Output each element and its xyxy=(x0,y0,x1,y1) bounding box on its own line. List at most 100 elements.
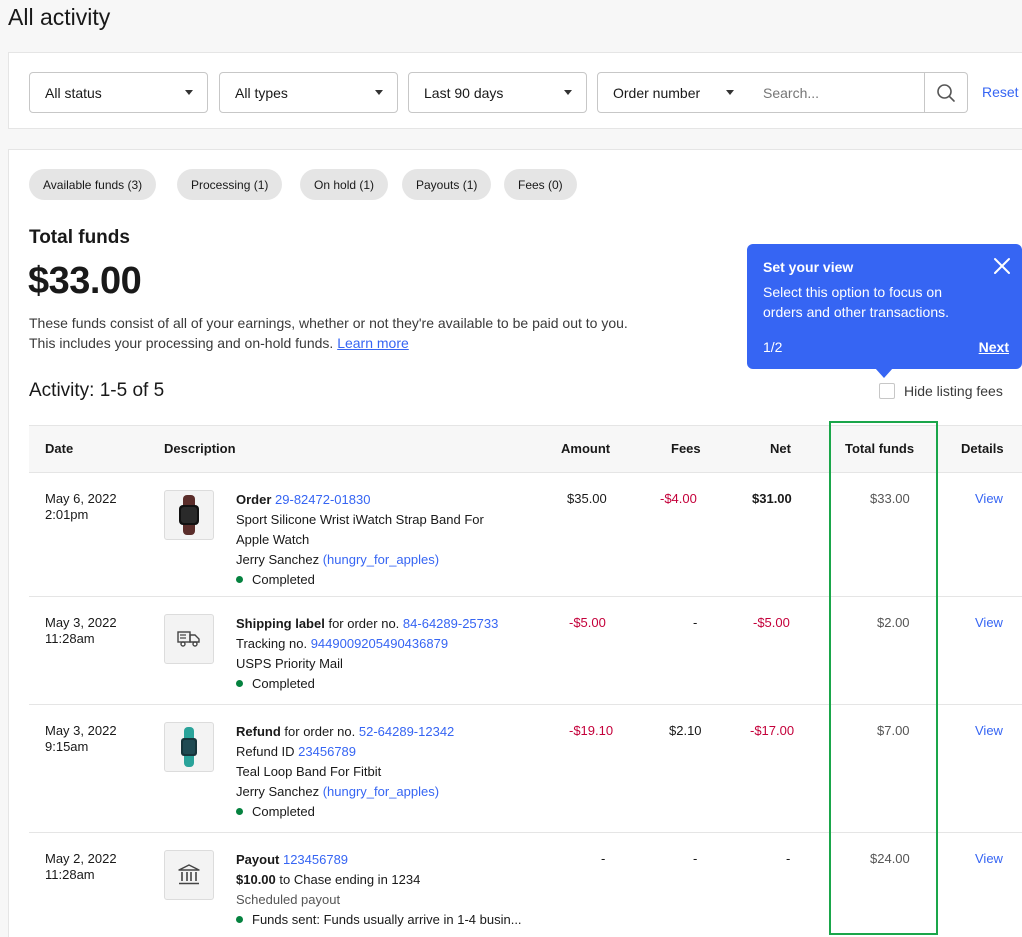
chevron-down-icon xyxy=(564,90,572,95)
period-filter-value: Last 90 days xyxy=(424,84,504,101)
payout-schedule: Scheduled payout xyxy=(236,892,341,907)
search-box xyxy=(748,72,968,113)
close-icon[interactable] xyxy=(993,257,1011,275)
status-dot xyxy=(236,808,243,815)
row-total-funds: $7.00 xyxy=(877,723,910,738)
row-net: $31.00 xyxy=(752,491,792,506)
pill-processing[interactable]: Processing (1) xyxy=(177,169,283,200)
total-funds-amount: $33.00 xyxy=(28,260,142,302)
reset-link[interactable]: Reset xyxy=(982,84,1019,100)
bank-icon xyxy=(178,864,200,885)
row-date-text: May 6, 2022 xyxy=(45,491,117,506)
row-kind: Order xyxy=(236,492,272,507)
row-kind-suffix: for order no. xyxy=(328,616,400,631)
item-thumbnail[interactable] xyxy=(164,490,214,540)
row-status: Completed xyxy=(252,676,315,691)
header-fees: Fees xyxy=(671,441,701,456)
row-total-funds: $2.00 xyxy=(877,615,910,630)
row-description: Refund for order no. 52-64289-12342 Refu… xyxy=(236,722,454,822)
row-status: Funds sent: xyxy=(252,912,320,927)
row-status-note: Funds usually arrive in 1-4 busin... xyxy=(323,912,522,927)
tracking-number-link[interactable]: 9449009205490436879 xyxy=(311,636,448,651)
buyer-handle-link[interactable]: (hungry_for_apples) xyxy=(323,552,439,567)
payout-id-link[interactable]: 123456789 xyxy=(283,852,348,867)
payout-amount: $10.00 xyxy=(236,872,276,887)
row-status: Completed xyxy=(252,804,315,819)
header-details: Details xyxy=(961,441,1004,456)
table-row: May 6, 2022 2:01pm Order 29-82472-01830 … xyxy=(29,473,1022,597)
tooltip-title: Set your view xyxy=(763,259,854,275)
pill-fees[interactable]: Fees (0) xyxy=(504,169,577,200)
row-net: -$17.00 xyxy=(750,723,795,738)
tooltip-step: 1/2 xyxy=(763,339,783,355)
tracking-label: Tracking no. xyxy=(236,636,308,651)
status-dot xyxy=(236,916,243,923)
row-fees: -$4.00 xyxy=(660,491,697,506)
learn-more-link[interactable]: Learn more xyxy=(337,335,409,351)
row-date: May 3, 2022 9:15am xyxy=(45,723,117,755)
watch-band-icon xyxy=(179,495,199,535)
pill-on-hold[interactable]: On hold (1) xyxy=(300,169,389,200)
tooltip-next-button[interactable]: Next xyxy=(979,339,1009,355)
funds-description-text: These funds consist of all of your earni… xyxy=(29,315,628,351)
search-by-value: Order number xyxy=(613,84,701,101)
row-time-text: 2:01pm xyxy=(45,507,89,522)
hide-listing-fees-checkbox[interactable] xyxy=(879,383,895,399)
order-number-link[interactable]: 84-64289-25733 xyxy=(403,616,498,631)
chevron-down-icon xyxy=(375,90,383,95)
activity-count: Activity: 1-5 of 5 xyxy=(29,380,165,401)
row-date: May 6, 2022 2:01pm xyxy=(45,491,117,523)
fitbit-band-icon xyxy=(181,727,197,767)
row-amount: $35.00 xyxy=(567,491,607,506)
header-amount: Amount xyxy=(561,441,611,456)
refund-id-link[interactable]: 23456789 xyxy=(298,744,356,759)
status-dot xyxy=(236,680,243,687)
pill-available-funds[interactable]: Available funds (3) xyxy=(29,169,157,200)
header-net: Net xyxy=(770,441,791,456)
table-row: May 3, 2022 9:15am Refund for order no. … xyxy=(29,705,1022,833)
row-net: -$5.00 xyxy=(753,615,790,630)
order-number-link[interactable]: 52-64289-12342 xyxy=(359,724,454,739)
table-header: Date Description Amount Fees Net Total f… xyxy=(29,425,1022,473)
search-input[interactable] xyxy=(748,73,924,112)
total-funds-heading: Total funds xyxy=(29,227,130,248)
item-thumbnail[interactable] xyxy=(164,722,214,772)
tooltip-body: Select this option to focus on orders an… xyxy=(763,284,949,320)
order-number-link[interactable]: 29-82472-01830 xyxy=(275,492,370,507)
hide-listing-fees-toggle[interactable]: Hide listing fees xyxy=(879,383,1003,399)
buyer-name: Jerry Sanchez xyxy=(236,784,320,799)
view-details-link[interactable]: View xyxy=(975,723,1003,739)
row-date-text: May 3, 2022 xyxy=(45,615,117,630)
buyer-handle-link[interactable]: (hungry_for_apples) xyxy=(323,784,439,799)
row-kind: Payout xyxy=(236,852,280,867)
pill-payouts[interactable]: Payouts (1) xyxy=(402,169,492,200)
type-filter-dropdown[interactable]: All types xyxy=(219,72,398,113)
row-date: May 2, 2022 11:28am xyxy=(45,851,117,883)
view-details-link[interactable]: View xyxy=(975,615,1003,631)
status-filter-dropdown[interactable]: All status xyxy=(29,72,208,113)
row-kind-suffix: for order no. xyxy=(284,724,356,739)
item-title-line2: Apple Watch xyxy=(236,532,310,547)
type-filter-value: All types xyxy=(235,84,288,101)
row-total-funds: $24.00 xyxy=(870,851,910,866)
row-date-text: May 2, 2022 xyxy=(45,851,117,866)
view-details-link[interactable]: View xyxy=(975,851,1003,867)
item-title-line1: Teal Loop Band For Fitbit xyxy=(236,764,382,779)
row-amount: -$5.00 xyxy=(569,615,606,630)
row-fees: $2.10 xyxy=(669,723,702,738)
row-description: Shipping label for order no. 84-64289-25… xyxy=(236,614,498,694)
refund-id-label: Refund ID xyxy=(236,744,295,759)
row-description: Order 29-82472-01830 Sport Silicone Wris… xyxy=(236,490,484,590)
set-view-tooltip: Set your view Select this option to focu… xyxy=(747,244,1022,378)
row-description: Payout 123456789 $10.00 to Chase ending … xyxy=(236,850,522,930)
row-kind: Refund xyxy=(236,724,281,739)
search-by-dropdown[interactable]: Order number xyxy=(597,72,749,113)
period-filter-dropdown[interactable]: Last 90 days xyxy=(408,72,587,113)
row-time-text: 11:28am xyxy=(45,631,95,646)
search-button[interactable] xyxy=(924,73,967,112)
view-details-link[interactable]: View xyxy=(975,491,1003,507)
row-time-text: 11:28am xyxy=(45,867,95,882)
shipping-truck-icon xyxy=(177,631,200,647)
row-amount: -$19.10 xyxy=(569,723,614,738)
chevron-down-icon xyxy=(726,90,734,95)
